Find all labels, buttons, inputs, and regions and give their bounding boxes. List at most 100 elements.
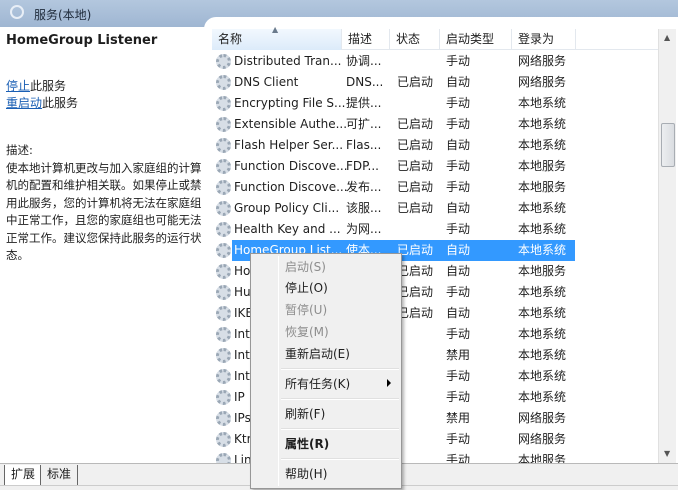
scroll-down-icon[interactable]: ▼	[664, 449, 670, 458]
cell-status: 已启动	[397, 264, 434, 278]
cell-logon: 本地服务	[518, 453, 567, 463]
service-name: HomeGroup Listener	[6, 33, 158, 48]
cell-status: 已启动	[397, 306, 434, 320]
cell-name: DNS Client	[234, 75, 299, 89]
gear-icon	[216, 117, 231, 132]
gear-icon	[216, 138, 231, 153]
cell-startup: 自动	[446, 75, 471, 89]
menu-item-properties[interactable]: 属性(R)	[285, 435, 329, 453]
gear-icon	[216, 201, 231, 216]
scroll-up-icon[interactable]: ▲	[664, 33, 670, 42]
column-description[interactable]: 描述	[342, 29, 390, 50]
cell-logon: 网络服务	[518, 411, 567, 425]
cell-logon: 本地系统	[518, 348, 567, 362]
menu-separator	[281, 368, 399, 370]
service-row[interactable]: Function Discove... 发布... 已启动 手动 本地服务	[212, 177, 658, 198]
window-title: 服务(本地)	[34, 8, 92, 22]
stop-link[interactable]: 停止	[6, 79, 30, 93]
cell-startup: 自动	[446, 138, 471, 152]
cell-name: Health Key and ...	[234, 222, 341, 236]
gear-icon	[216, 96, 231, 111]
menu-item-help[interactable]: 帮助(H)	[285, 465, 327, 483]
service-row[interactable]: Encrypting File S... 提供... 手动 本地系统	[212, 93, 658, 114]
cell-name: IPs	[234, 411, 251, 425]
cell-logon: 本地系统	[518, 285, 567, 299]
cell-startup: 自动	[446, 306, 471, 320]
cell-desc: DNS...	[346, 75, 384, 89]
cell-status: 已启动	[397, 138, 434, 152]
service-row[interactable]: Function Discove... FDP... 已启动 手动 本地服务	[212, 156, 658, 177]
gear-icon	[216, 54, 231, 69]
cell-logon: 本地系统	[518, 138, 567, 152]
menu-item-resume[interactable]: 恢复(M)	[285, 323, 329, 341]
column-status[interactable]: 状态	[390, 29, 440, 50]
tab-standard[interactable]: 标准	[40, 465, 79, 485]
column-header: 名称 描述 状态 启动类型 登录为	[212, 29, 658, 50]
restart-link[interactable]: 重启动	[6, 96, 42, 110]
cell-logon: 网络服务	[518, 54, 567, 68]
cell-status: 已启动	[397, 180, 434, 194]
cell-desc: 为网...	[346, 222, 382, 236]
cell-name: IP	[234, 390, 245, 404]
cell-desc: FDP...	[346, 159, 379, 173]
cell-name: Function Discove...	[234, 180, 348, 194]
cell-logon: 本地服务	[518, 159, 567, 173]
column-startup-type[interactable]: 启动类型	[440, 29, 512, 50]
cell-name: Hu	[234, 285, 251, 299]
cell-status: 已启动	[397, 243, 434, 257]
menu-item-stop[interactable]: 停止(O)	[285, 279, 328, 297]
cell-logon: 本地系统	[518, 369, 567, 383]
cell-logon: 本地系统	[518, 390, 567, 404]
gear-icon	[216, 453, 231, 463]
service-row[interactable]: DNS Client DNS... 已启动 自动 网络服务	[212, 72, 658, 93]
service-row[interactable]: Flash Helper Ser... Flas... 已启动 自动 本地系统	[212, 135, 658, 156]
menu-separator	[281, 428, 399, 430]
scroll-thumb[interactable]	[661, 123, 675, 167]
service-row[interactable]: Health Key and ... 为网... 手动 本地系统	[212, 219, 658, 240]
cell-desc: 提供...	[346, 96, 382, 110]
description-text: 使本地计算机更改与加入家庭组的计算机的配置和维护相关联。如果停止或禁用此服务，您…	[6, 160, 202, 263]
cell-desc: Flas...	[346, 138, 382, 152]
sort-ascending-icon: ▲	[272, 25, 279, 34]
cell-name: Lin	[234, 453, 252, 463]
services-icon	[10, 5, 24, 19]
menu-item-start[interactable]: 启动(S)	[285, 258, 326, 276]
gear-icon	[216, 180, 231, 195]
gear-icon	[216, 390, 231, 405]
cell-status: 已启动	[397, 285, 434, 299]
cell-name: Encrypting File S...	[234, 96, 346, 110]
cell-logon: 本地系统	[518, 96, 567, 110]
gear-icon	[216, 222, 231, 237]
service-row[interactable]: Group Policy Cli... 该服... 已启动 自动 本地系统	[212, 198, 658, 219]
cell-name: Group Policy Cli...	[234, 201, 340, 215]
cell-desc: 协调...	[346, 54, 382, 68]
menu-item-refresh[interactable]: 刷新(F)	[285, 405, 325, 423]
stop-suffix: 此服务	[30, 79, 67, 93]
cell-startup: 手动	[446, 222, 471, 236]
gear-icon	[216, 327, 231, 342]
column-logon-as[interactable]: 登录为	[512, 29, 576, 50]
restart-suffix: 此服务	[42, 96, 79, 110]
cell-status: 已启动	[397, 75, 434, 89]
cell-name: Extensible Authe...	[234, 117, 348, 131]
cell-desc: 该服...	[346, 201, 382, 215]
cell-startup: 手动	[446, 327, 471, 341]
menu-item-restart[interactable]: 重新启动(E)	[285, 345, 350, 363]
gear-icon	[216, 306, 231, 321]
cell-startup: 手动	[446, 159, 471, 173]
cell-name: Flash Helper Ser...	[234, 138, 344, 152]
cell-logon: 本地服务	[518, 180, 567, 194]
tab-extended[interactable]: 扩展	[4, 465, 43, 485]
cell-startup: 自动	[446, 201, 471, 215]
menu-item-all-tasks[interactable]: 所有任务(K)	[285, 375, 350, 393]
gear-icon	[216, 159, 231, 174]
vertical-scrollbar[interactable]: ▲ ▼	[658, 29, 676, 463]
cell-startup: 禁用	[446, 411, 471, 425]
cell-desc: 可扩...	[346, 117, 382, 131]
service-row[interactable]: Distributed Tran... 协调... 手动 网络服务	[212, 51, 658, 72]
menu-item-pause[interactable]: 暂停(U)	[285, 301, 327, 319]
gear-icon	[216, 411, 231, 426]
cell-desc: 发布...	[346, 180, 382, 194]
service-row[interactable]: Extensible Authe... 可扩... 已启动 手动 本地系统	[212, 114, 658, 135]
cell-logon: 本地系统	[518, 201, 567, 215]
